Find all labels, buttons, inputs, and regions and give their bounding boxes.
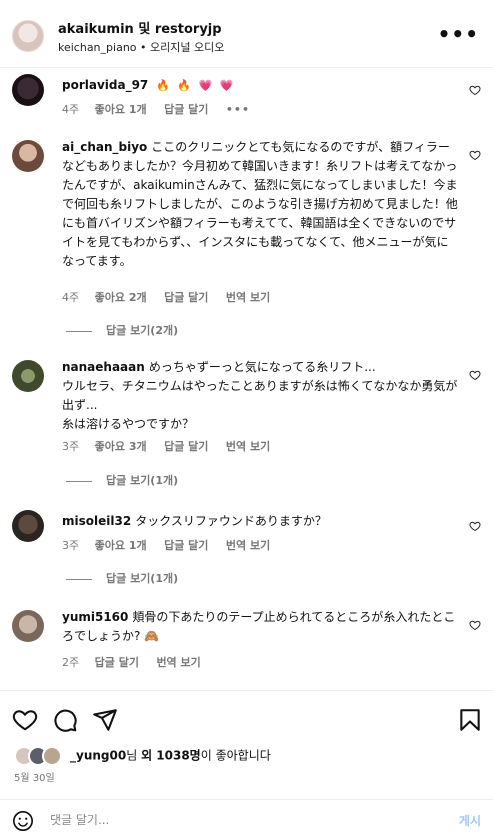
comment-username[interactable]: misoleil32	[62, 514, 131, 528]
comment-time: 4주	[62, 103, 80, 116]
commenter-avatar[interactable]	[12, 610, 44, 642]
comment-meta: 4주 좋아요 1개 답글 달기 •••	[62, 101, 264, 117]
comment-like-heart-icon[interactable]	[469, 84, 481, 96]
comment-username[interactable]: yumi5160	[62, 610, 128, 624]
commenter-avatar[interactable]	[12, 510, 44, 542]
replies-divider	[66, 330, 92, 332]
comment-likes[interactable]: 좋아요 1개	[95, 539, 147, 552]
liker-avatars	[14, 746, 66, 766]
comment-text: yumi5160 頬骨の下あたりのテープ止められてるところが糸入れたところでしょう…	[62, 608, 458, 646]
send-icon[interactable]	[92, 707, 118, 733]
comment-likes[interactable]: 좋아요 3개	[95, 440, 147, 453]
translate-button[interactable]: 번역 보기	[226, 539, 270, 552]
comment-time: 3주	[62, 440, 80, 453]
view-replies-button[interactable]: 답글 보기(1개)	[66, 570, 178, 586]
audio-info[interactable]: keichan_piano • 오리지널 오디오	[58, 39, 224, 55]
translate-button[interactable]: 번역 보기	[156, 656, 200, 669]
reply-button[interactable]: 답글 달기	[164, 291, 208, 304]
heart-icon[interactable]	[12, 707, 38, 733]
reply-button[interactable]: 답글 달기	[95, 656, 139, 669]
commenter-avatar[interactable]	[12, 74, 44, 106]
reply-button[interactable]: 답글 달기	[164, 103, 208, 116]
comment-username[interactable]: ai_chan_biyo	[62, 140, 147, 154]
comment-text: ai_chan_biyo ここのクリニックとても気になるのですが、額フィラーなども…	[62, 138, 458, 271]
likes-text: 이 좋아합니다	[200, 748, 271, 763]
translate-button[interactable]: 번역 보기	[226, 291, 270, 304]
comment-input[interactable]	[50, 809, 410, 831]
comment-icon[interactable]	[52, 707, 78, 733]
view-replies-label[interactable]: 답글 보기(1개)	[106, 474, 178, 487]
post-authors[interactable]: akaikumin 및 restoryjp	[58, 18, 222, 37]
reel-comments-panel: akaikumin 및 restoryjp keichan_piano • 오리…	[0, 0, 493, 838]
post-date[interactable]: 5월 30일	[14, 769, 55, 784]
reply-button[interactable]: 답글 달기	[164, 440, 208, 453]
replies-divider	[66, 480, 92, 482]
comment-content: 🔥 🔥 💗 💗	[156, 79, 236, 92]
post-comment-button[interactable]: 게시	[459, 812, 481, 829]
commenter-avatar[interactable]	[12, 360, 44, 392]
more-horizontal-icon[interactable]: •••	[438, 22, 479, 46]
post-actions: _yung00님 외 1038명이 좋아합니다 5월 30일 게시	[0, 690, 493, 838]
comment-like-heart-icon[interactable]	[469, 520, 481, 532]
comment-content: タックスリファウンドありますか？	[135, 514, 327, 528]
author-avatar[interactable]	[12, 20, 44, 52]
comment-content: ここのクリニックとても気になるのですが、額フィラーなどもありましたか？今月初めて…	[62, 140, 458, 268]
comment-meta: 4주 좋아요 2개 답글 달기 번역 보기	[62, 289, 284, 305]
reply-button[interactable]: 답글 달기	[164, 539, 208, 552]
add-comment-bar: 게시	[0, 799, 493, 838]
comment-meta: 3주 좋아요 1개 답글 달기 번역 보기	[62, 537, 284, 553]
view-replies-button[interactable]: 답글 보기(1개)	[66, 472, 178, 488]
translate-button[interactable]: 번역 보기	[226, 440, 270, 453]
comment-username[interactable]: porlavida_97	[62, 78, 148, 92]
comment-time: 3주	[62, 539, 80, 552]
comment-time: 4주	[62, 291, 80, 304]
liker-username[interactable]: _yung00	[70, 749, 126, 763]
comment-like-heart-icon[interactable]	[469, 619, 481, 631]
likes-summary[interactable]: _yung00님 외 1038명이 좋아합니다	[14, 746, 271, 766]
replies-divider	[66, 578, 92, 580]
emoji-icon[interactable]	[12, 810, 34, 832]
comment-like-heart-icon[interactable]	[469, 149, 481, 161]
comment-time: 2주	[62, 656, 80, 669]
comment-like-heart-icon[interactable]	[469, 369, 481, 381]
comment-likes[interactable]: 좋아요 1개	[95, 103, 147, 116]
likes-count[interactable]: 외 1038명	[141, 749, 201, 763]
comment-meta: 3주 좋아요 3개 답글 달기 번역 보기	[62, 438, 284, 454]
comment-likes[interactable]: 좋아요 2개	[95, 291, 147, 304]
view-replies-button[interactable]: 답글 보기(2개)	[66, 322, 178, 338]
bookmark-icon[interactable]	[457, 707, 483, 733]
comment-meta: 2주 답글 달기 번역 보기	[62, 654, 215, 670]
view-replies-label[interactable]: 답글 보기(1개)	[106, 572, 178, 585]
comment-text: porlavida_97 🔥 🔥 💗 💗	[62, 76, 458, 95]
view-replies-label[interactable]: 답글 보기(2개)	[106, 324, 178, 337]
comment-text: misoleil32 タックスリファウンドありますか？	[62, 512, 458, 531]
comment-options-icon[interactable]: •••	[226, 103, 250, 116]
liker-avatar	[42, 746, 62, 766]
post-header: akaikumin 및 restoryjp keichan_piano • 오리…	[0, 0, 493, 68]
likes-text: 님	[126, 748, 142, 763]
commenter-avatar[interactable]	[12, 140, 44, 172]
comment-username[interactable]: nanaehaaan	[62, 360, 145, 374]
comment-text: nanaehaaan めっちゃずーっと気になってる糸リフト... ウルセラ、チタニ…	[62, 358, 458, 434]
